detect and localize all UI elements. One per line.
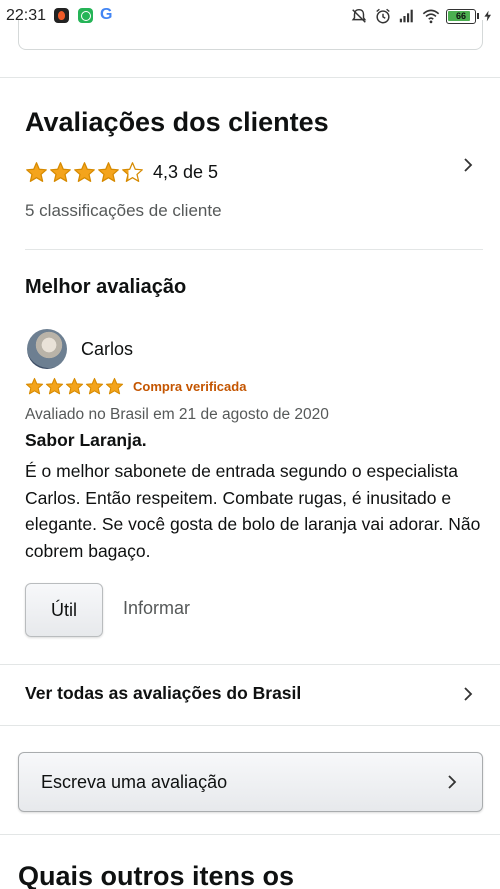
helpful-button[interactable]: Útil (25, 583, 103, 637)
average-rating-stars (25, 161, 144, 184)
star-icon (50, 161, 71, 182)
see-all-reviews-link[interactable]: Ver todas as avaliações do Brasil (25, 683, 301, 704)
write-review-button[interactable]: Escreva uma avaliação (18, 752, 483, 812)
star-icon (25, 377, 44, 394)
charging-icon (484, 10, 491, 22)
chevron-right-icon (448, 775, 457, 789)
average-rating-text: 4,3 de 5 (153, 161, 219, 182)
chevron-right-icon[interactable] (461, 687, 475, 701)
verified-purchase-badge: Compra verificada (133, 378, 247, 394)
section-divider (25, 249, 483, 250)
customer-reviews-title: Avaliações dos clientes (25, 107, 329, 137)
section-divider (0, 725, 500, 726)
section-divider (0, 664, 500, 665)
review-body: É o melhor sabonete de entrada segundo o… (25, 461, 481, 561)
review-rating-row: Compra verificada (25, 375, 246, 397)
review-date: Avaliado no Brasil em 21 de agosto de 20… (25, 406, 329, 423)
star-icon (74, 161, 95, 182)
top-review-title: Melhor avaliação (25, 276, 187, 298)
previous-card-bottom (18, 20, 483, 50)
star-icon (26, 161, 47, 182)
reviewer-name[interactable]: Carlos (81, 339, 133, 360)
section-divider (0, 77, 500, 78)
star-icon (98, 161, 119, 182)
helpful-button-label: Útil (51, 599, 77, 620)
review-title: Sabor Laranja. (25, 430, 147, 450)
star-icon (105, 377, 124, 394)
avatar[interactable] (27, 329, 67, 369)
chevron-right-icon[interactable] (461, 158, 475, 172)
star-icon (45, 377, 64, 394)
section-divider (0, 834, 500, 835)
average-rating-row[interactable]: 4,3 de 5 (25, 159, 218, 185)
ratings-count[interactable]: 5 classificações de cliente (25, 201, 222, 221)
write-review-label: Escreva uma avaliação (41, 772, 228, 792)
star-icon (65, 377, 84, 394)
report-link[interactable]: Informar (123, 598, 190, 619)
star-icon (122, 161, 143, 182)
next-section-title: Quais outros itens os (18, 861, 295, 889)
review-rating-stars (25, 377, 124, 396)
star-icon (85, 377, 104, 394)
